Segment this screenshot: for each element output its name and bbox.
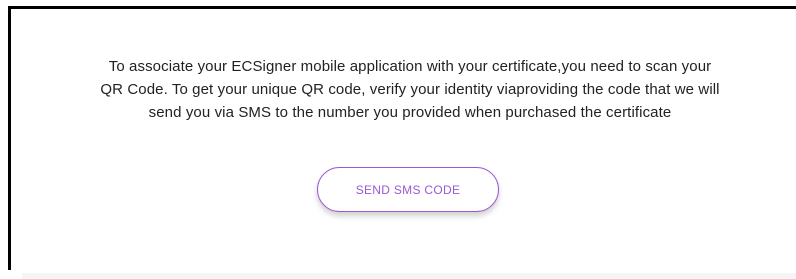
send-sms-code-button[interactable]: SEND SMS CODE [317,167,499,212]
send-sms-code-label: SEND SMS CODE [355,182,461,197]
page-frame: To associate your ECSigner mobile applic… [0,0,796,279]
panel-bottom-divider [22,273,796,279]
instructions-text: To associate your ECSigner mobile applic… [30,55,790,124]
window-top-border [8,6,796,9]
instructions-line-2: QR Code. To get your unique QR code, ver… [100,81,720,98]
content-panel [11,9,796,279]
instructions-line-3: send you via SMS to the number you provi… [148,104,672,121]
window-left-border [8,6,11,270]
instructions-line-1: To associate your ECSigner mobile applic… [108,58,712,75]
